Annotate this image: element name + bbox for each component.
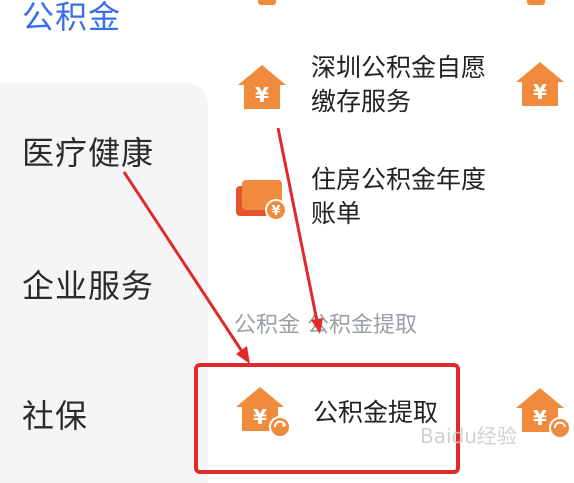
watermark: Baidu经验: [420, 424, 517, 448]
annotation-arrows: [122, 127, 323, 364]
